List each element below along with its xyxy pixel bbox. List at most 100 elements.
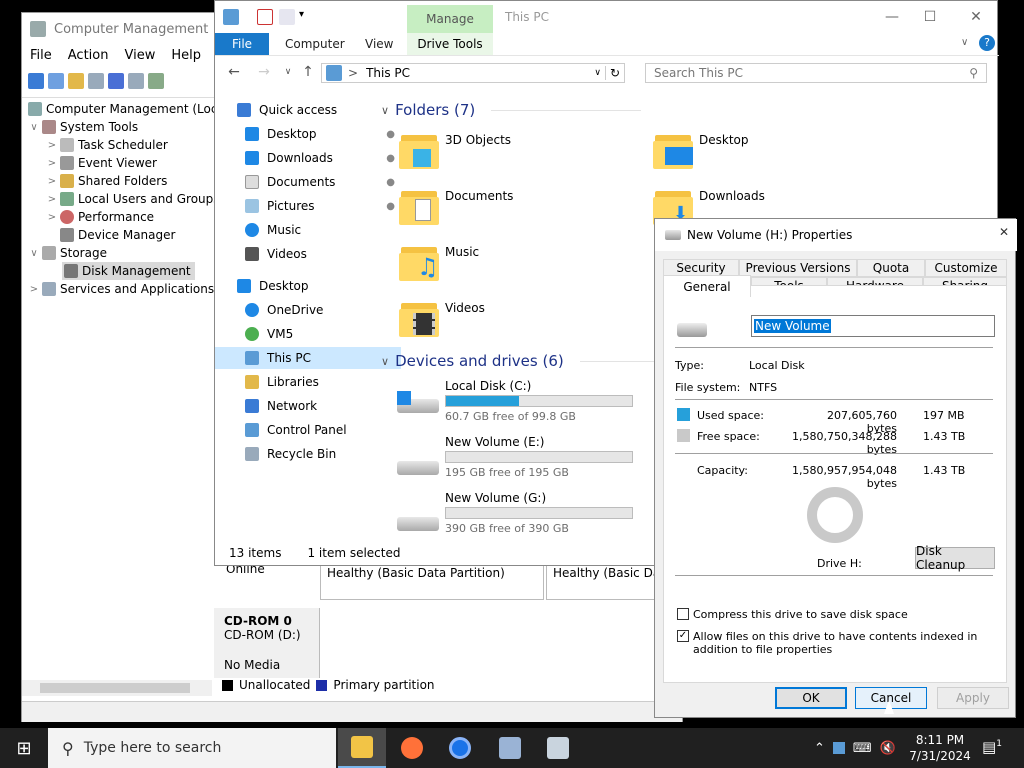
taskbar-chrome[interactable]: [436, 728, 484, 768]
folder-3d-objects-icon[interactable]: [399, 127, 439, 171]
nav-item-network[interactable]: Network: [215, 395, 401, 417]
maximize-icon[interactable]: ☐: [915, 7, 945, 27]
address-dropdown-icon[interactable]: ∨: [594, 68, 601, 78]
start-button[interactable]: ⊞: [0, 728, 48, 768]
tree-item-storage[interactable]: ∨ Storage: [28, 244, 107, 262]
nav-item-music[interactable]: Music: [215, 219, 401, 241]
up-folder-icon[interactable]: [68, 73, 84, 89]
windows-drive-icon[interactable]: [395, 391, 441, 415]
ok-button[interactable]: OK: [775, 687, 847, 709]
nav-item-vm5[interactable]: VM5: [215, 323, 401, 345]
nav-item-control-panel[interactable]: Control Panel: [215, 419, 401, 441]
chevron-right-icon[interactable]: >: [46, 140, 58, 151]
drive-icon[interactable]: [395, 509, 441, 533]
scrollbar-thumb[interactable]: [40, 683, 190, 693]
nav-item-desktop-pinned[interactable]: Desktop ●: [215, 123, 401, 145]
folder-label[interactable]: Videos: [445, 301, 485, 315]
menu-file[interactable]: File: [22, 46, 60, 66]
minimize-icon[interactable]: —: [877, 7, 907, 27]
tree-item-local-users-groups[interactable]: > Local Users and Groups: [46, 190, 214, 208]
close-icon[interactable]: ✕: [961, 7, 991, 27]
tree-horizontal-scrollbar[interactable]: [22, 680, 212, 696]
nav-item-desktop[interactable]: Desktop: [215, 275, 393, 297]
tree-item-performance[interactable]: > Performance: [46, 208, 154, 226]
close-icon[interactable]: ✕: [999, 225, 1009, 239]
folder-label[interactable]: Documents: [445, 189, 513, 203]
back-arrow-icon[interactable]: ←: [225, 63, 243, 81]
drives-group-header[interactable]: ∨ Devices and drives (6): [381, 352, 660, 370]
folder-label[interactable]: Desktop: [699, 133, 749, 147]
nav-item-recycle-bin[interactable]: Recycle Bin: [215, 443, 401, 465]
nav-item-this-pc[interactable]: This PC: [215, 347, 401, 369]
network-tray-icon[interactable]: [832, 742, 845, 754]
nav-item-onedrive[interactable]: OneDrive: [215, 299, 401, 321]
chevron-down-icon[interactable]: ∨: [28, 248, 40, 259]
nav-item-documents[interactable]: Documents ●: [215, 171, 401, 193]
tab-general[interactable]: General: [663, 275, 751, 297]
manage-context-tab[interactable]: Manage: [407, 5, 493, 33]
chevron-right-icon[interactable]: >: [46, 176, 58, 187]
action-icon[interactable]: [148, 73, 164, 89]
tree-item-computer-management[interactable]: Computer Management (Local: [26, 100, 214, 118]
folder-label[interactable]: 3D Objects: [445, 133, 511, 147]
ribbon-expand-icon[interactable]: ∨: [961, 37, 968, 48]
up-arrow-icon[interactable]: ↑: [299, 63, 317, 81]
cdrom-disk-label[interactable]: CD-ROM 0 CD-ROM (D:) No Media: [214, 608, 320, 678]
taskbar-file-explorer[interactable]: [338, 728, 386, 768]
quick-access-dropdown-icon[interactable]: ▾: [299, 9, 304, 20]
help-icon[interactable]: ?: [979, 35, 995, 51]
tree-item-shared-folders[interactable]: > Shared Folders: [46, 172, 167, 190]
drive-icon[interactable]: [395, 453, 441, 477]
apply-button[interactable]: Apply: [937, 687, 1009, 709]
chevron-down-icon[interactable]: ∨: [28, 122, 40, 133]
nav-item-videos[interactable]: Videos: [215, 243, 401, 265]
show-hide-tree-icon[interactable]: [88, 73, 104, 89]
menu-action[interactable]: Action: [60, 46, 117, 66]
nav-item-pictures[interactable]: Pictures ●: [215, 195, 401, 217]
taskbar-search[interactable]: ⚲ Type here to search: [48, 728, 336, 768]
chevron-up-icon[interactable]: ⌃: [814, 741, 825, 756]
ribbon-tab-computer[interactable]: Computer: [285, 37, 345, 51]
new-folder-icon[interactable]: [279, 9, 295, 25]
ribbon-tab-view[interactable]: View: [365, 37, 393, 51]
chevron-right-icon[interactable]: >: [28, 284, 40, 295]
taskbar-computer-management[interactable]: [534, 728, 582, 768]
nav-item-quick-access[interactable]: Quick access: [215, 99, 393, 121]
address-bar[interactable]: > This PC ∨ ↻: [321, 63, 625, 83]
menu-help[interactable]: Help: [163, 46, 209, 66]
clock[interactable]: 8:11 PM 7/31/2024: [908, 732, 972, 764]
speaker-muted-icon[interactable]: 🔇: [880, 741, 896, 756]
search-input[interactable]: Search This PC ⚲: [645, 63, 987, 83]
tree-item-device-manager[interactable]: Device Manager: [58, 226, 175, 244]
folder-documents-icon[interactable]: [399, 183, 439, 227]
ribbon-tab-file[interactable]: File: [215, 33, 269, 55]
tree-item-services-applications[interactable]: > Services and Applications: [28, 280, 214, 298]
nav-item-libraries[interactable]: Libraries: [215, 371, 401, 393]
breadcrumb-chevron-icon[interactable]: >: [348, 66, 358, 80]
volume-name-field[interactable]: New Volume: [751, 315, 995, 337]
ribbon-tab-drive-tools[interactable]: Drive Tools: [407, 33, 493, 55]
refresh-icon[interactable]: ↻: [604, 66, 624, 80]
tree-item-event-viewer[interactable]: > Event Viewer: [46, 154, 157, 172]
partition-block[interactable]: Healthy (Basic Data Partition): [320, 560, 544, 600]
taskbar-firefox[interactable]: [388, 728, 436, 768]
tab-quota[interactable]: Quota: [857, 259, 925, 277]
chevron-right-icon[interactable]: >: [46, 194, 58, 205]
recent-locations-icon[interactable]: ∨: [279, 63, 297, 81]
nav-item-downloads[interactable]: Downloads ●: [215, 147, 401, 169]
drive-name[interactable]: Local Disk (C:): [445, 379, 531, 393]
tab-customize[interactable]: Customize: [925, 259, 1007, 277]
folder-label[interactable]: Music: [445, 245, 479, 259]
folder-label[interactable]: Downloads: [699, 189, 765, 203]
properties-check-icon[interactable]: [257, 9, 273, 25]
index-checkbox[interactable]: ✓: [677, 630, 689, 642]
folder-music-icon[interactable]: ♫: [399, 239, 439, 283]
back-arrow-icon[interactable]: [28, 73, 44, 89]
keyboard-icon[interactable]: ⌨: [853, 741, 872, 756]
drive-name[interactable]: New Volume (G:): [445, 491, 546, 505]
folders-group-header[interactable]: ∨ Folders (7): [381, 101, 642, 119]
tree-item-task-scheduler[interactable]: > Task Scheduler: [46, 136, 168, 154]
folder-desktop-icon[interactable]: [653, 127, 693, 171]
tree-item-disk-management[interactable]: Disk Management: [62, 262, 195, 280]
partition-block[interactable]: Healthy (Basic Data: [546, 560, 656, 600]
